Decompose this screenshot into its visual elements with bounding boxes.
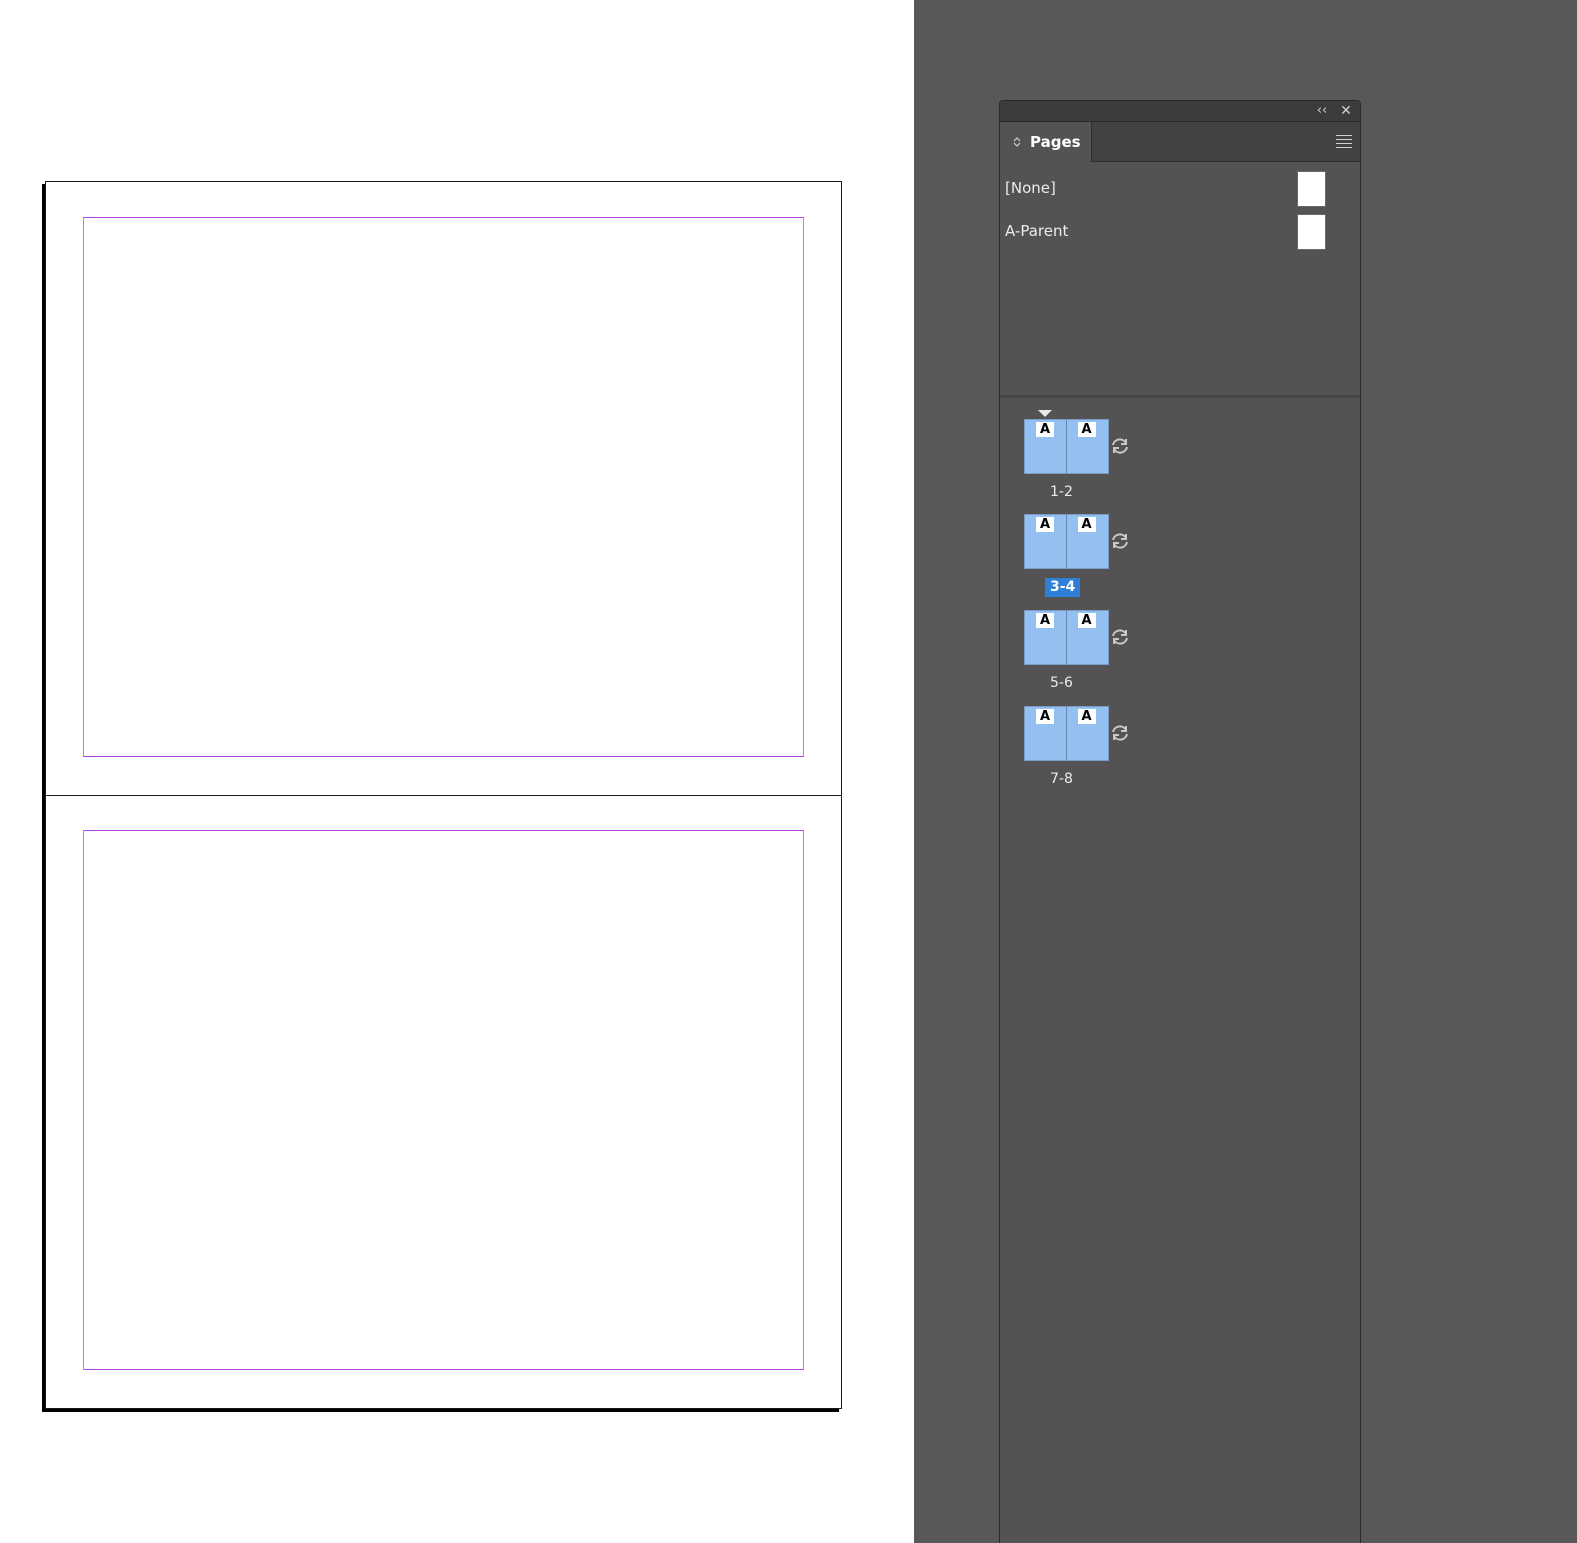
panel-dock: ‹‹ ✕ Pages [None] A-Parent A A 1-2 A A 3… <box>914 0 1577 1543</box>
current-spread-indicator-icon <box>1038 410 1052 417</box>
spread-item-3-4[interactable]: A A 3-4 <box>1024 501 1134 597</box>
panel-menu-icon[interactable] <box>1336 135 1352 148</box>
spread-label[interactable]: 5-6 <box>1045 674 1078 693</box>
parent-badge: A <box>1036 613 1054 628</box>
spread-label[interactable]: 7-8 <box>1045 770 1078 789</box>
tab-pages[interactable]: Pages <box>1000 122 1092 162</box>
collapse-panel-icon[interactable]: ‹‹ <box>1314 103 1330 119</box>
page-thumbnail[interactable]: A <box>1025 611 1067 664</box>
page-thumbnail[interactable]: A <box>1025 420 1067 473</box>
page-thumbnail[interactable]: A <box>1025 707 1067 760</box>
parent-badge: A <box>1036 517 1054 532</box>
parent-badge: A <box>1077 613 1096 628</box>
spread-item-5-6[interactable]: A A 5-6 <box>1024 597 1134 692</box>
parent-thumbnail[interactable] <box>1297 171 1326 207</box>
page-margin-guide-top <box>83 217 804 757</box>
close-icon[interactable]: ✕ <box>1338 103 1354 119</box>
parent-badge: A <box>1036 422 1054 437</box>
panel-titlebar[interactable]: ‹‹ ✕ <box>1000 101 1360 122</box>
rotate-spread-icon[interactable] <box>1108 436 1132 456</box>
spread-thumbnail[interactable]: A A <box>1024 419 1109 474</box>
page-boundary <box>46 795 841 796</box>
spread-item-1-2[interactable]: A A 1-2 <box>1024 406 1134 501</box>
spread-item-7-8[interactable]: A A 7-8 <box>1024 693 1134 788</box>
parent-label: A-Parent <box>1005 222 1069 240</box>
spread-label[interactable]: 3-4 <box>1045 578 1081 597</box>
parent-badge: A <box>1077 709 1096 724</box>
tab-label: Pages <box>1030 133 1081 151</box>
parent-badge: A <box>1077 422 1096 437</box>
page-thumbnail[interactable]: A <box>1067 611 1109 664</box>
page-thumbnail[interactable]: A <box>1067 420 1109 473</box>
parent-item-none[interactable]: [None] <box>1000 167 1360 207</box>
pages-section[interactable]: A A 1-2 A A 3-4 A A 5-6 A A 7-8 <box>1000 401 1360 901</box>
page-thumbnail[interactable]: A <box>1067 707 1109 760</box>
spread-thumbnail[interactable]: A A <box>1024 514 1109 569</box>
document-spread[interactable] <box>45 181 842 1409</box>
parent-thumbnail[interactable] <box>1297 214 1326 250</box>
parents-section[interactable]: [None] A-Parent <box>1000 162 1360 398</box>
parent-item-a-parent[interactable]: A-Parent <box>1000 210 1360 250</box>
panel-tab-bar: Pages <box>1000 122 1360 162</box>
page-thumbnail[interactable]: A <box>1025 515 1067 568</box>
sort-arrows-icon <box>1010 136 1024 148</box>
rotate-spread-icon[interactable] <box>1108 531 1132 551</box>
rotate-spread-icon[interactable] <box>1108 627 1132 647</box>
parent-label: [None] <box>1005 179 1056 197</box>
pages-panel: ‹‹ ✕ Pages [None] A-Parent A A 1-2 A A 3… <box>999 100 1361 1543</box>
spread-thumbnail[interactable]: A A <box>1024 706 1109 761</box>
parent-badge: A <box>1077 517 1096 532</box>
rotate-spread-icon[interactable] <box>1108 723 1132 743</box>
page-thumbnail[interactable]: A <box>1067 515 1109 568</box>
indesign-workspace: ‹‹ ✕ Pages [None] A-Parent A A 1-2 A A 3… <box>0 0 1577 1543</box>
document-pasteboard[interactable] <box>0 0 914 1543</box>
spread-thumbnail[interactable]: A A <box>1024 610 1109 665</box>
spread-label[interactable]: 1-2 <box>1045 483 1078 502</box>
page-margin-guide-bottom <box>83 830 804 1370</box>
parent-badge: A <box>1036 709 1054 724</box>
